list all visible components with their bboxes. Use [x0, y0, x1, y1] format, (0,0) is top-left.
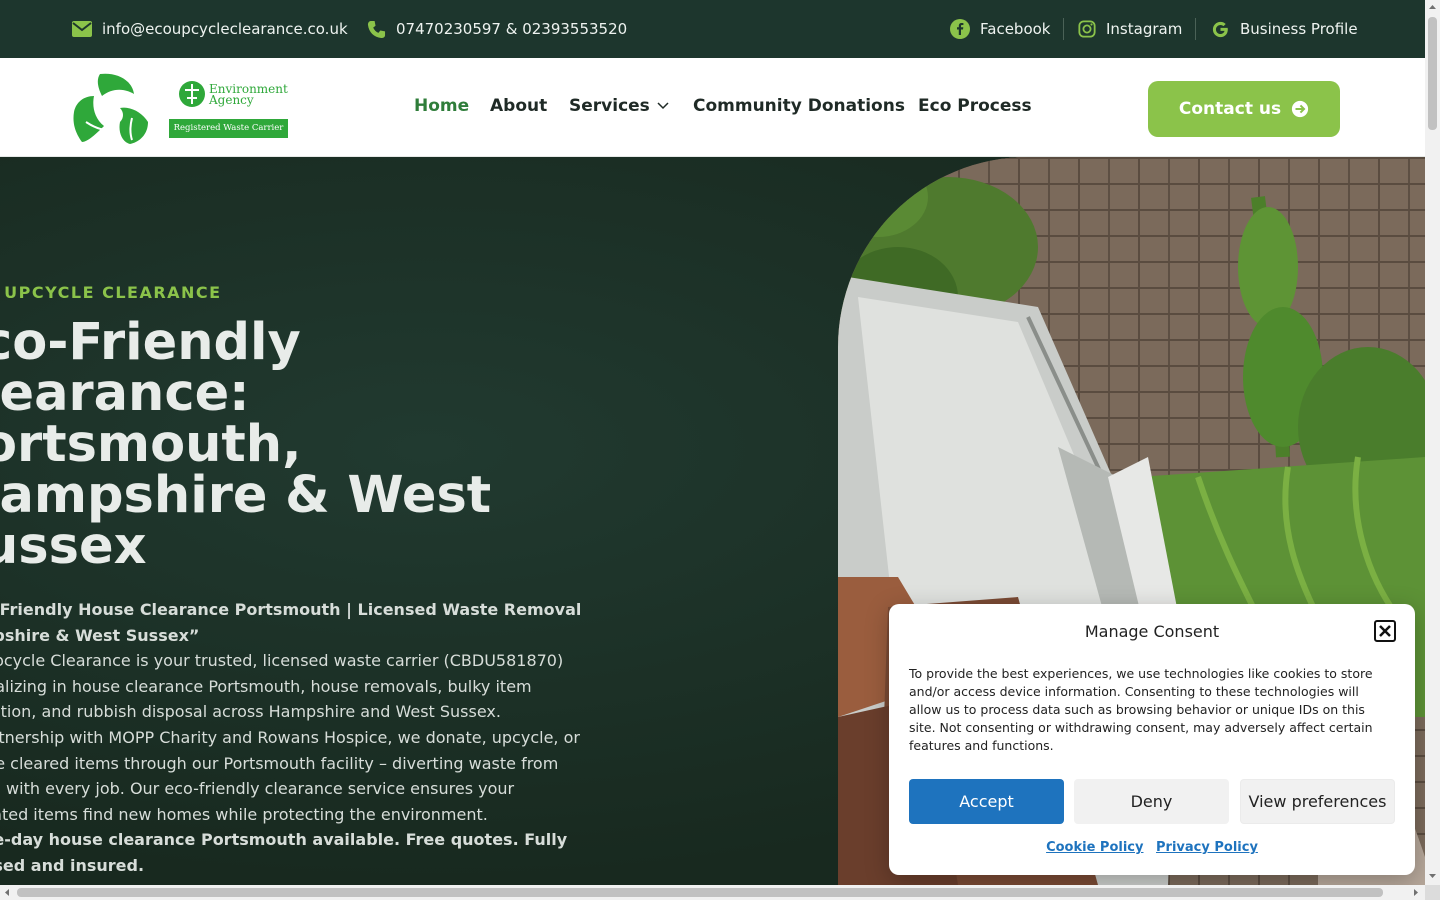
hero-title-line: ortsmouth, — [0, 415, 302, 474]
hero-eyebrow: O UPCYCLE CLEARANCE — [0, 283, 222, 302]
nav-community-donations[interactable]: Community Donations — [693, 96, 905, 116]
hero-text-line: cializing in house clearance Portsmouth,… — [0, 676, 532, 696]
privacy-policy-link[interactable]: Privacy Policy — [1156, 840, 1258, 855]
view-preferences-button[interactable]: View preferences — [1240, 779, 1395, 824]
site-header: Environment Agency Registered Waste Carr… — [0, 58, 1425, 157]
scroll-up-arrow-icon[interactable] — [1425, 0, 1440, 15]
deny-button[interactable]: Deny — [1074, 779, 1229, 824]
contact-us-label: Contact us — [1178, 99, 1282, 119]
phone-text: 07470230597 & 02393553520 — [396, 20, 628, 38]
business-profile-label: Business Profile — [1240, 20, 1358, 38]
consent-title: Manage Consent — [1084, 622, 1220, 641]
consent-description: To provide the best experiences, we use … — [909, 666, 1373, 753]
hero-text-line: ection, and rubbish disposal across Hamp… — [0, 702, 501, 722]
phone-icon — [367, 20, 386, 38]
badge-banner: Registered Waste Carrier — [173, 123, 284, 133]
business-profile-link[interactable]: Business Profile — [1211, 0, 1358, 58]
nav-home[interactable]: Home — [414, 96, 469, 116]
email-text: info@ecoupcycleclearance.co.uk — [102, 20, 348, 38]
nav-services[interactable]: Services — [569, 96, 670, 116]
hero-text-line: cle cleared items through our Portsmouth… — [0, 753, 559, 773]
horizontal-scroll-thumb[interactable] — [17, 888, 1383, 897]
email-link[interactable]: info@ecoupcycleclearance.co.uk — [72, 0, 348, 58]
arrow-circle-right-icon — [1291, 100, 1309, 118]
accept-button[interactable]: Accept — [909, 779, 1064, 824]
nav-services-label: Services — [569, 96, 650, 116]
hero-title-line: lampshire & West — [0, 466, 492, 525]
instagram-link[interactable]: Instagram — [1078, 0, 1182, 58]
hero-title-line: co-Friendly — [0, 313, 301, 372]
contact-us-button[interactable]: Contact us — [1148, 81, 1340, 137]
phone-link[interactable]: 07470230597 & 02393553520 — [367, 0, 627, 58]
hero-description: o-Friendly House Clearance Portsmouth | … — [0, 597, 622, 879]
scroll-right-arrow-icon[interactable] — [1408, 885, 1423, 900]
horizontal-scrollbar[interactable] — [0, 885, 1425, 900]
hero-subtitle-line: o-Friendly House Clearance Portsmouth | … — [0, 600, 582, 619]
hero-text-line: artnership with MOPP Charity and Rowans … — [0, 727, 580, 747]
hero-subtitle-line: npshire & West Sussex” — [0, 625, 200, 645]
envelope-icon — [72, 21, 92, 37]
separator — [1063, 18, 1064, 40]
hero-title-line: learance: — [0, 364, 250, 423]
site-logo[interactable]: Environment Agency Registered Waste Carr… — [72, 72, 292, 144]
hero-highlight-line: nsed and insured. — [0, 855, 145, 875]
facebook-icon — [950, 19, 970, 39]
close-button[interactable] — [1374, 620, 1396, 642]
hero-title-line: ussex — [0, 517, 147, 576]
cookie-policy-link[interactable]: Cookie Policy — [1046, 840, 1143, 855]
google-icon — [1212, 21, 1228, 37]
chevron-down-icon — [657, 102, 669, 110]
top-bar: info@ecoupcycleclearance.co.uk 074702305… — [0, 0, 1425, 58]
facebook-label: Facebook — [980, 20, 1051, 38]
separator — [1195, 18, 1196, 40]
instagram-icon — [1078, 20, 1096, 38]
consent-links: Cookie Policy Privacy Policy — [889, 840, 1415, 855]
nav-about[interactable]: About — [490, 96, 547, 116]
hero-text-line: anted items find new homes while protect… — [0, 804, 488, 824]
hero-text-line: Upcycle Clearance is your trusted, licen… — [0, 651, 564, 671]
scrollbar-corner — [1425, 885, 1440, 900]
instagram-label: Instagram — [1106, 20, 1183, 38]
scroll-left-arrow-icon[interactable] — [0, 885, 15, 900]
hero-title: co-Friendly learance: ortsmouth, lampshi… — [0, 317, 542, 572]
facebook-link[interactable]: Facebook — [950, 0, 1050, 58]
scroll-down-arrow-icon[interactable] — [1425, 868, 1440, 883]
close-icon — [1379, 625, 1391, 637]
cookie-consent-dialog: Manage Consent To provide the best exper… — [889, 604, 1415, 875]
vertical-scroll-thumb[interactable] — [1428, 17, 1437, 130]
badge-line2: Agency — [209, 93, 254, 107]
hero-highlight-line: ne-day house clearance Portsmouth availa… — [0, 830, 568, 850]
hero-text-line: fill with every job. Our eco-friendly cl… — [0, 779, 515, 799]
vertical-scrollbar[interactable] — [1425, 0, 1440, 885]
nav-eco-process[interactable]: Eco Process — [918, 96, 1032, 116]
